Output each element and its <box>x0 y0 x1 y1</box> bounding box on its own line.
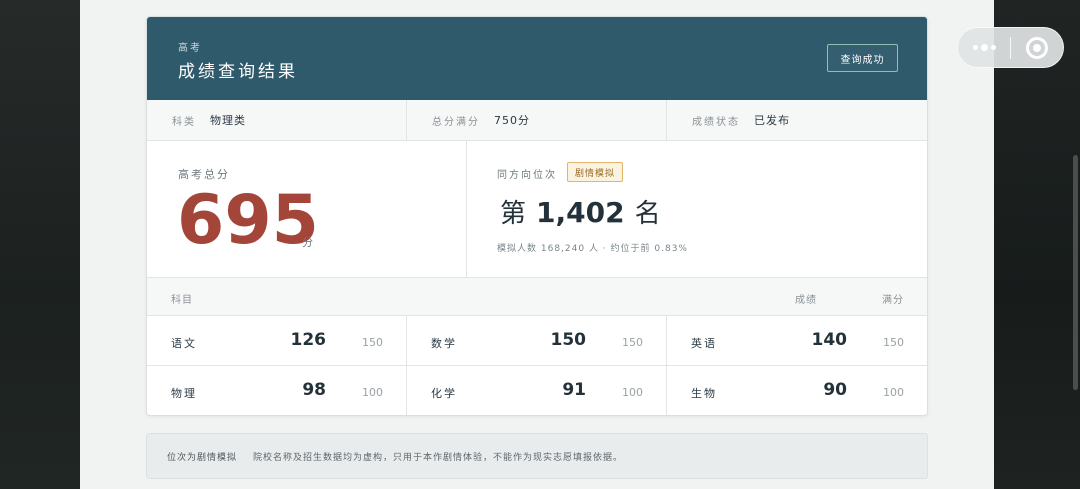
subject-full: 100 <box>362 386 383 399</box>
subject-cell: 生物 90 100 <box>667 366 927 415</box>
meta-category: 科类 物理类 <box>147 100 407 140</box>
score-row: 高考总分 695 分 同方向位次 剧情模拟 第 1,402 名 模拟人数 168… <box>147 141 927 278</box>
disclaimer-text: 院校名称及招生数据均为虚构，只用于本作剧情体验，不能作为现实志愿填报依据。 <box>253 452 624 463</box>
meta-value: 物理类 <box>210 114 246 127</box>
meta-value: 750分 <box>494 114 530 127</box>
meta-label: 科类 <box>172 116 196 128</box>
total-score-label: 高考总分 <box>178 168 230 181</box>
result-card: 高考 成绩查询结果 查询成功 科类 物理类 总分满分 750分 成绩状态 已发布… <box>146 16 928 416</box>
total-score-value: 695 <box>177 181 319 260</box>
subject-score: 150 <box>550 330 587 350</box>
subjects-header: 科目 成绩 满分 <box>147 278 927 316</box>
meta-label: 成绩状态 <box>692 116 740 128</box>
miniprogram-capsule <box>957 27 1064 68</box>
disclaimer-note: 位次为剧情模拟 院校名称及招生数据均为虚构，只用于本作剧情体验，不能作为现实志愿… <box>146 433 928 479</box>
total-score-box: 高考总分 695 分 <box>147 141 467 278</box>
meta-label: 总分满分 <box>432 116 480 128</box>
subjects-grid: 语文 126 150 数学 150 150 英语 140 150 物理 98 1… <box>147 316 927 415</box>
subject-score: 91 <box>562 380 586 400</box>
subject-name: 语文 <box>171 337 197 350</box>
more-icon[interactable] <box>958 28 1010 67</box>
disclaimer-tag: 位次为剧情模拟 <box>167 452 238 463</box>
subject-full: 100 <box>883 386 904 399</box>
header-subtitle: 高考 <box>178 43 202 54</box>
subject-name: 数学 <box>431 337 457 350</box>
page-title: 成绩查询结果 <box>178 62 298 82</box>
subject-score: 126 <box>290 330 327 350</box>
total-score-unit: 分 <box>302 236 313 249</box>
score-column-header: 成绩 <box>795 295 817 306</box>
meta-row: 科类 物理类 总分满分 750分 成绩状态 已发布 <box>147 100 927 141</box>
subject-score: 90 <box>823 380 847 400</box>
subject-name: 物理 <box>171 387 197 400</box>
subject-full: 150 <box>362 336 383 349</box>
subject-cell: 数学 150 150 <box>407 316 667 366</box>
subject-name: 生物 <box>691 387 717 400</box>
simulation-badge: 剧情模拟 <box>567 162 624 182</box>
card-header: 高考 成绩查询结果 查询成功 <box>147 17 927 100</box>
subject-name: 化学 <box>431 387 457 400</box>
rank-line: 第 1,402 名 <box>500 193 661 230</box>
subject-column-header: 科目 <box>171 295 193 306</box>
meta-status: 成绩状态 已发布 <box>667 100 927 140</box>
query-status-button[interactable]: 查询成功 <box>827 44 898 72</box>
background-left <box>0 0 80 489</box>
close-icon[interactable] <box>1011 28 1063 67</box>
meta-full-score: 总分满分 750分 <box>407 100 667 140</box>
rank-suffix: 名 <box>634 199 661 229</box>
scrollbar[interactable] <box>1073 155 1078 390</box>
rank-label: 同方向位次 <box>497 170 557 181</box>
subject-score: 140 <box>811 330 848 350</box>
subject-full: 150 <box>883 336 904 349</box>
subject-cell: 物理 98 100 <box>147 366 407 415</box>
background-right <box>994 0 1080 489</box>
subject-full: 100 <box>622 386 643 399</box>
rank-box: 同方向位次 剧情模拟 第 1,402 名 模拟人数 168,240 人 · 约位… <box>467 141 927 278</box>
subject-cell: 语文 126 150 <box>147 316 407 366</box>
subject-name: 英语 <box>691 337 717 350</box>
subject-cell: 英语 140 150 <box>667 316 927 366</box>
subject-cell: 化学 91 100 <box>407 366 667 415</box>
rank-note: 模拟人数 168,240 人 · 约位于前 0.83% <box>497 244 688 254</box>
full-column-header: 满分 <box>882 295 904 306</box>
subject-full: 150 <box>622 336 643 349</box>
subject-score: 98 <box>302 380 326 400</box>
rank-prefix: 第 <box>500 199 527 229</box>
meta-value: 已发布 <box>754 114 790 127</box>
rank-number: 1,402 <box>536 196 625 229</box>
